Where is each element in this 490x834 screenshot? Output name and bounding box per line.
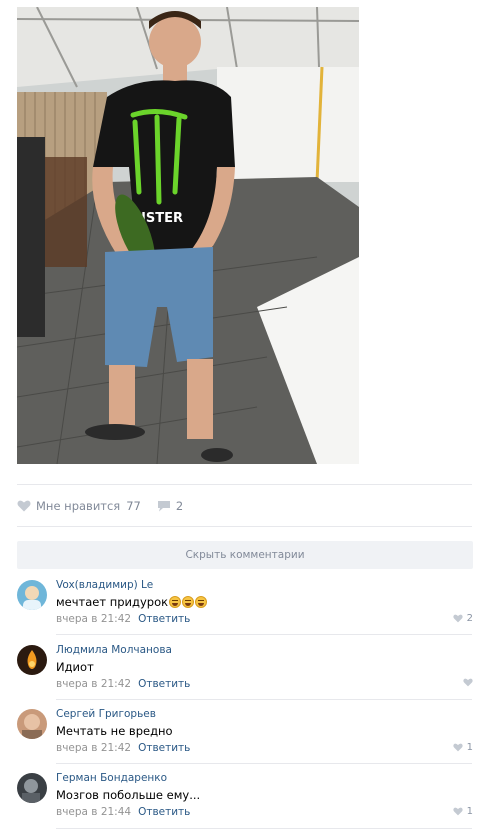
separator bbox=[56, 634, 472, 635]
laughing-emoji-icon bbox=[169, 596, 182, 608]
hide-comments-button[interactable]: Скрыть комментарии bbox=[17, 541, 473, 569]
comment-meta: вчера в 21:44 Ответить bbox=[56, 806, 190, 818]
heart-icon bbox=[463, 678, 473, 687]
comment-like-count: 2 bbox=[466, 613, 473, 624]
comment-like-count: 1 bbox=[466, 742, 473, 753]
separator bbox=[56, 828, 472, 829]
separator bbox=[17, 484, 472, 485]
comments-button[interactable]: 2 bbox=[157, 499, 183, 513]
comment-like-button[interactable]: 1 bbox=[452, 806, 473, 817]
comment-meta: вчера в 21:42 Ответить bbox=[56, 678, 190, 690]
laughing-emoji-icon bbox=[182, 596, 195, 608]
comment-author[interactable]: Сергей Григорьев bbox=[56, 708, 156, 720]
comments-count: 2 bbox=[175, 499, 184, 513]
avatar[interactable] bbox=[17, 773, 47, 803]
separator bbox=[17, 526, 472, 527]
comment-time[interactable]: вчера в 21:44 bbox=[56, 806, 131, 818]
comment-like-button[interactable]: 1 bbox=[452, 742, 473, 753]
comment-text: Мозгов побольше ему... bbox=[56, 788, 201, 802]
reply-button[interactable]: Ответить bbox=[138, 613, 190, 625]
comment-author[interactable]: Герман Бондаренко bbox=[56, 772, 167, 784]
avatar[interactable] bbox=[17, 645, 47, 675]
comment-text: мечтает придурок bbox=[56, 595, 208, 609]
comment-time[interactable]: вчера в 21:42 bbox=[56, 742, 131, 754]
comment-meta: вчера в 21:42 Ответить bbox=[56, 742, 190, 754]
post-photo[interactable]: NSTER bbox=[17, 7, 359, 464]
comment-text: Мечтать не вредно bbox=[56, 724, 173, 738]
comment-author[interactable]: Людмила Молчанова bbox=[56, 644, 172, 656]
reply-button[interactable]: Ответить bbox=[138, 742, 190, 754]
avatar[interactable] bbox=[17, 709, 47, 739]
like-count: 77 bbox=[126, 499, 141, 513]
comment-like-count: 1 bbox=[466, 806, 473, 817]
heart-icon bbox=[452, 614, 463, 623]
like-button[interactable]: Мне нравится 77 bbox=[17, 499, 141, 513]
comment-meta: вчера в 21:42 Ответить bbox=[56, 613, 190, 625]
comment-time[interactable]: вчера в 21:42 bbox=[56, 613, 131, 625]
separator bbox=[56, 763, 472, 764]
reply-button[interactable]: Ответить bbox=[138, 806, 190, 818]
comment-icon bbox=[157, 501, 170, 512]
photo-image: NSTER bbox=[17, 7, 359, 464]
heart-icon bbox=[452, 807, 463, 816]
comment-author[interactable]: Vox(владимир) Le bbox=[56, 579, 153, 591]
comment-like-button[interactable]: 2 bbox=[452, 613, 473, 624]
reply-button[interactable]: Ответить bbox=[138, 678, 190, 690]
heart-icon bbox=[17, 500, 31, 512]
laughing-emoji-icon bbox=[195, 596, 208, 608]
comment-text: Идиот bbox=[56, 660, 94, 674]
like-label: Мне нравится bbox=[36, 499, 121, 513]
comment-like-button[interactable] bbox=[463, 678, 473, 687]
post-actions: Мне нравится 77 2 bbox=[17, 497, 183, 515]
comment-time[interactable]: вчера в 21:42 bbox=[56, 678, 131, 690]
heart-icon bbox=[452, 743, 463, 752]
avatar[interactable] bbox=[17, 580, 47, 610]
separator bbox=[56, 699, 472, 700]
